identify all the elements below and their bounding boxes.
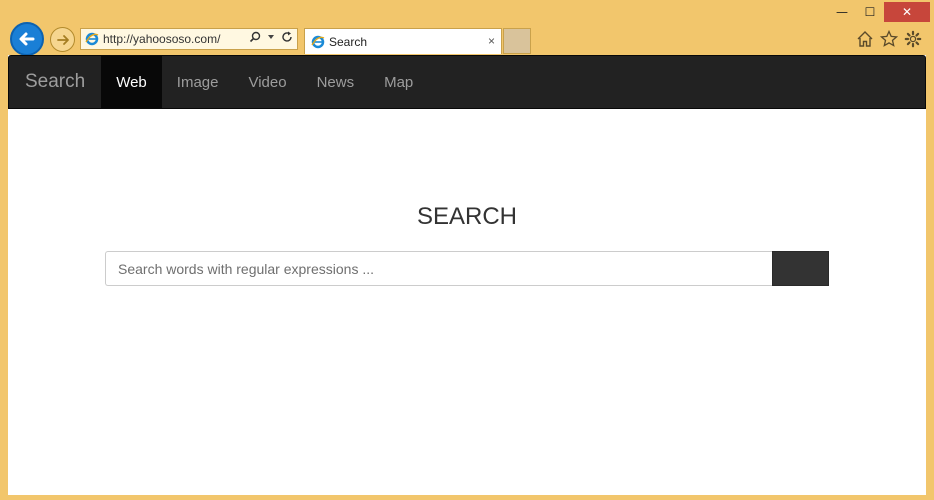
search-button[interactable] bbox=[772, 251, 829, 286]
maximize-button[interactable]: ☐ bbox=[856, 2, 884, 22]
address-bar[interactable]: http://yahoososo.com/ bbox=[80, 28, 298, 50]
ie-logo-icon bbox=[85, 32, 99, 46]
settings-gear-icon[interactable] bbox=[904, 30, 922, 48]
back-arrow-icon bbox=[19, 32, 35, 46]
favorites-star-icon[interactable] bbox=[880, 30, 898, 48]
nav-item-image[interactable]: Image bbox=[162, 56, 234, 108]
tab-close-icon[interactable]: × bbox=[488, 34, 495, 48]
navbar-brand[interactable]: Search bbox=[9, 55, 101, 109]
dropdown-icon[interactable] bbox=[267, 33, 275, 41]
top-navbar: Search Web Image Video News Map bbox=[8, 55, 926, 109]
nav-item-web[interactable]: Web bbox=[101, 56, 162, 108]
home-icon[interactable] bbox=[856, 30, 874, 48]
search-input[interactable] bbox=[105, 251, 772, 286]
back-button[interactable] bbox=[10, 22, 44, 56]
page-title: SEARCH bbox=[416, 203, 518, 230]
search-form bbox=[105, 251, 829, 286]
browser-chrome: — ☐ ✕ http://yahoososo.com/ Search × bbox=[0, 0, 934, 56]
page-content: Search Web Image Video News Map SEARCH bbox=[8, 55, 926, 495]
browser-tab-search[interactable]: Search × bbox=[304, 28, 502, 54]
forward-arrow-icon bbox=[56, 34, 69, 45]
search-icon[interactable] bbox=[249, 31, 261, 43]
tab-title: Search bbox=[329, 34, 368, 49]
refresh-icon[interactable] bbox=[281, 31, 293, 43]
nav-item-video[interactable]: Video bbox=[233, 56, 301, 108]
browser-toolbar-icons bbox=[856, 30, 922, 48]
close-window-button[interactable]: ✕ bbox=[884, 2, 930, 22]
new-tab-button[interactable] bbox=[503, 28, 531, 54]
nav-item-news[interactable]: News bbox=[302, 56, 370, 108]
nav-item-map[interactable]: Map bbox=[369, 56, 428, 108]
url-text: http://yahoososo.com/ bbox=[103, 32, 221, 46]
forward-button[interactable] bbox=[50, 27, 75, 52]
ie-logo-icon bbox=[311, 35, 325, 48]
minimize-button[interactable]: — bbox=[828, 2, 856, 22]
